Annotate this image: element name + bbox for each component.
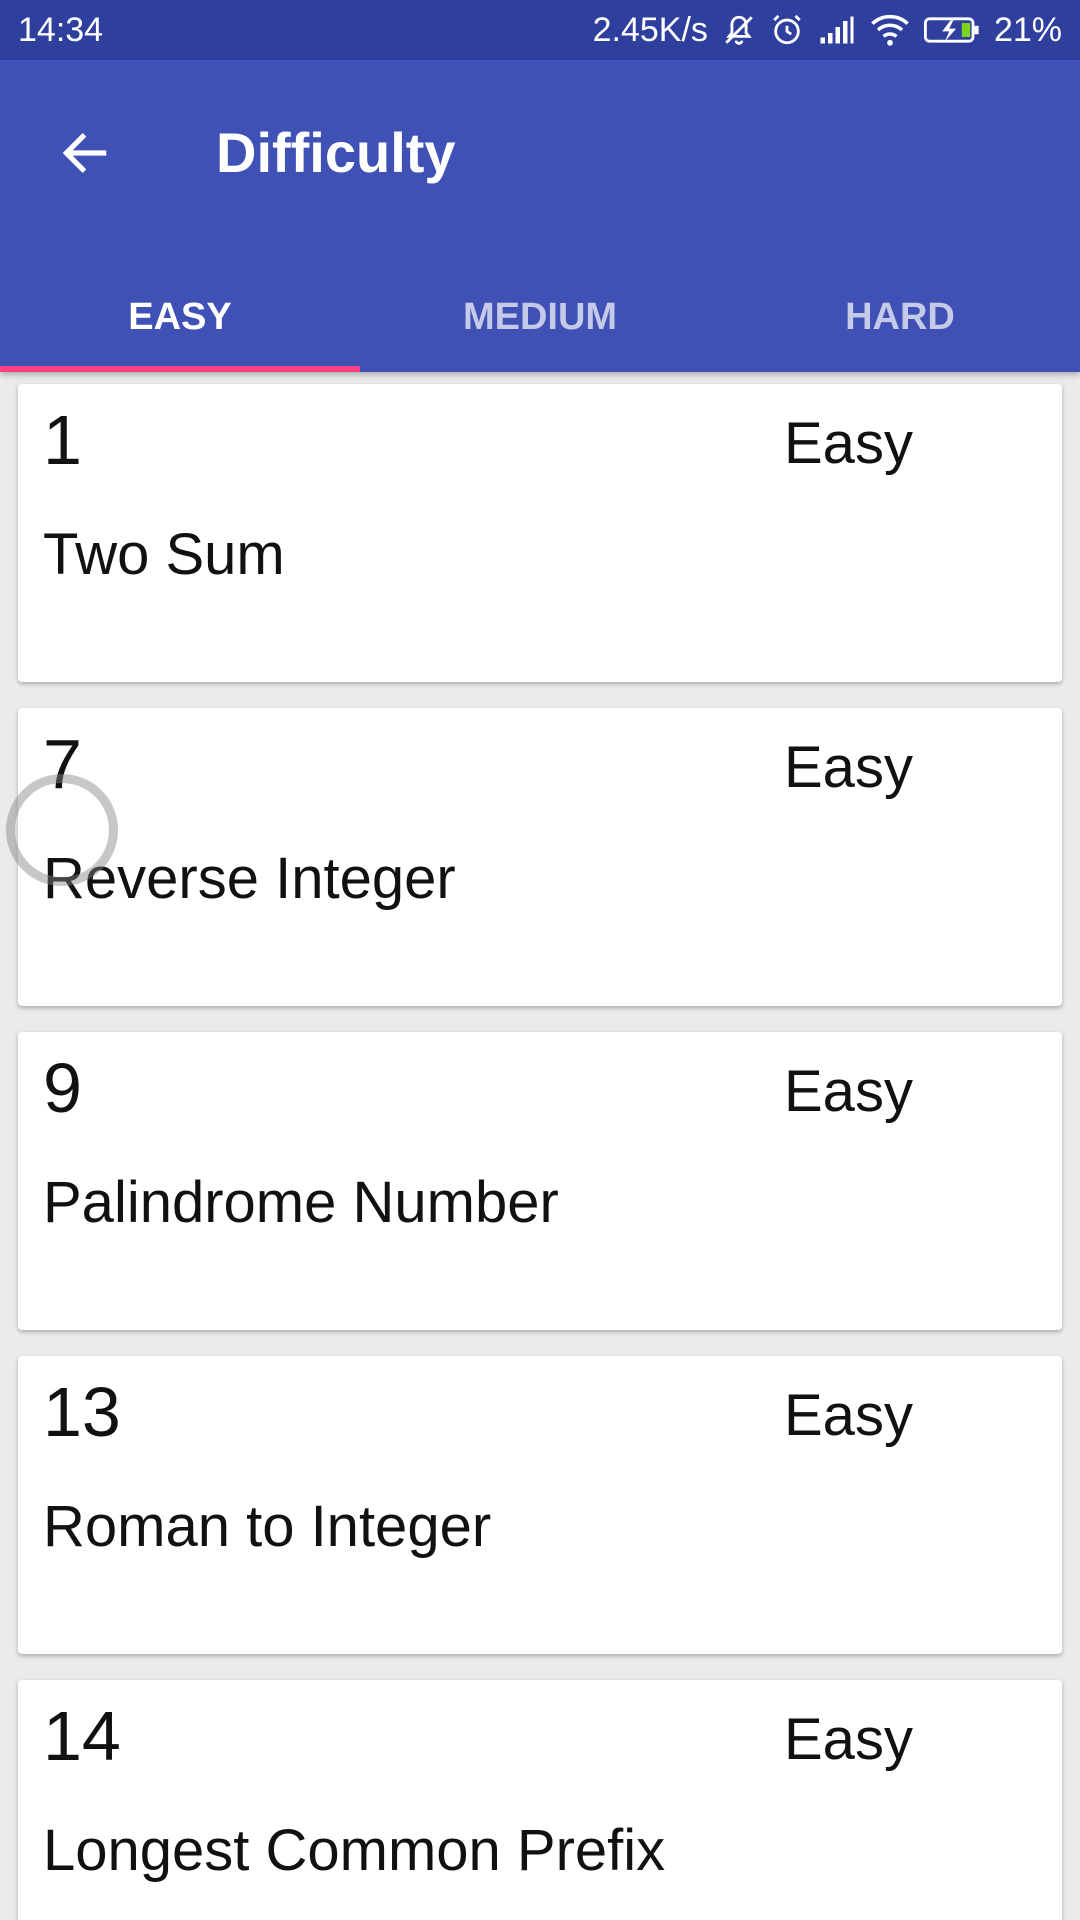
battery-percent: 21% bbox=[993, 10, 1062, 49]
problem-difficulty: Easy bbox=[784, 1059, 913, 1124]
tab-medium[interactable]: MEDIUM bbox=[360, 262, 720, 372]
problem-title: Reverse Integer bbox=[43, 846, 456, 911]
tab-hard[interactable]: HARD bbox=[720, 262, 1080, 372]
tab-indicator bbox=[0, 366, 360, 372]
problem-number: 13 bbox=[43, 1373, 121, 1451]
arrow-left-icon bbox=[57, 125, 113, 186]
alarm-icon bbox=[770, 13, 804, 47]
tab-easy[interactable]: EASY bbox=[0, 262, 360, 372]
wifi-icon bbox=[870, 14, 910, 46]
difficulty-tabs: EASY MEDIUM HARD bbox=[0, 262, 1080, 372]
status-icons: 2.45K/s 21% bbox=[593, 11, 1062, 50]
problem-card[interactable]: 14 Easy Longest Common Prefix bbox=[18, 1680, 1062, 1920]
mute-bell-icon bbox=[722, 13, 756, 47]
signal-icon bbox=[818, 15, 856, 45]
status-time: 14:34 bbox=[18, 10, 104, 49]
problem-card[interactable]: 7 Easy Reverse Integer bbox=[18, 708, 1062, 1006]
problem-number: 9 bbox=[43, 1049, 82, 1127]
problem-difficulty: Easy bbox=[784, 411, 913, 476]
problem-card[interactable]: 9 Easy Palindrome Number bbox=[18, 1032, 1062, 1330]
network-speed: 2.45K/s bbox=[592, 10, 708, 49]
status-bar: 14:34 2.45K/s 21% bbox=[0, 0, 1080, 60]
problem-title: Roman to Integer bbox=[43, 1494, 492, 1559]
back-button[interactable] bbox=[40, 110, 130, 200]
problem-card[interactable]: 1 Easy Two Sum bbox=[18, 384, 1062, 682]
problem-number: 7 bbox=[43, 725, 82, 803]
page-title: Difficulty bbox=[216, 121, 456, 184]
app-bar: Difficulty EASY MEDIUM HARD bbox=[0, 60, 1080, 372]
battery-charging-icon bbox=[923, 15, 980, 45]
problem-card[interactable]: 13 Easy Roman to Integer bbox=[18, 1356, 1062, 1654]
problem-difficulty: Easy bbox=[784, 1383, 913, 1448]
problem-number: 14 bbox=[43, 1697, 121, 1775]
problem-number: 1 bbox=[43, 401, 82, 479]
problem-title: Two Sum bbox=[43, 522, 285, 587]
problem-difficulty: Easy bbox=[784, 1707, 913, 1772]
problem-title: Palindrome Number bbox=[43, 1170, 559, 1235]
problem-title: Longest Common Prefix bbox=[43, 1818, 666, 1883]
problem-difficulty: Easy bbox=[784, 735, 913, 800]
